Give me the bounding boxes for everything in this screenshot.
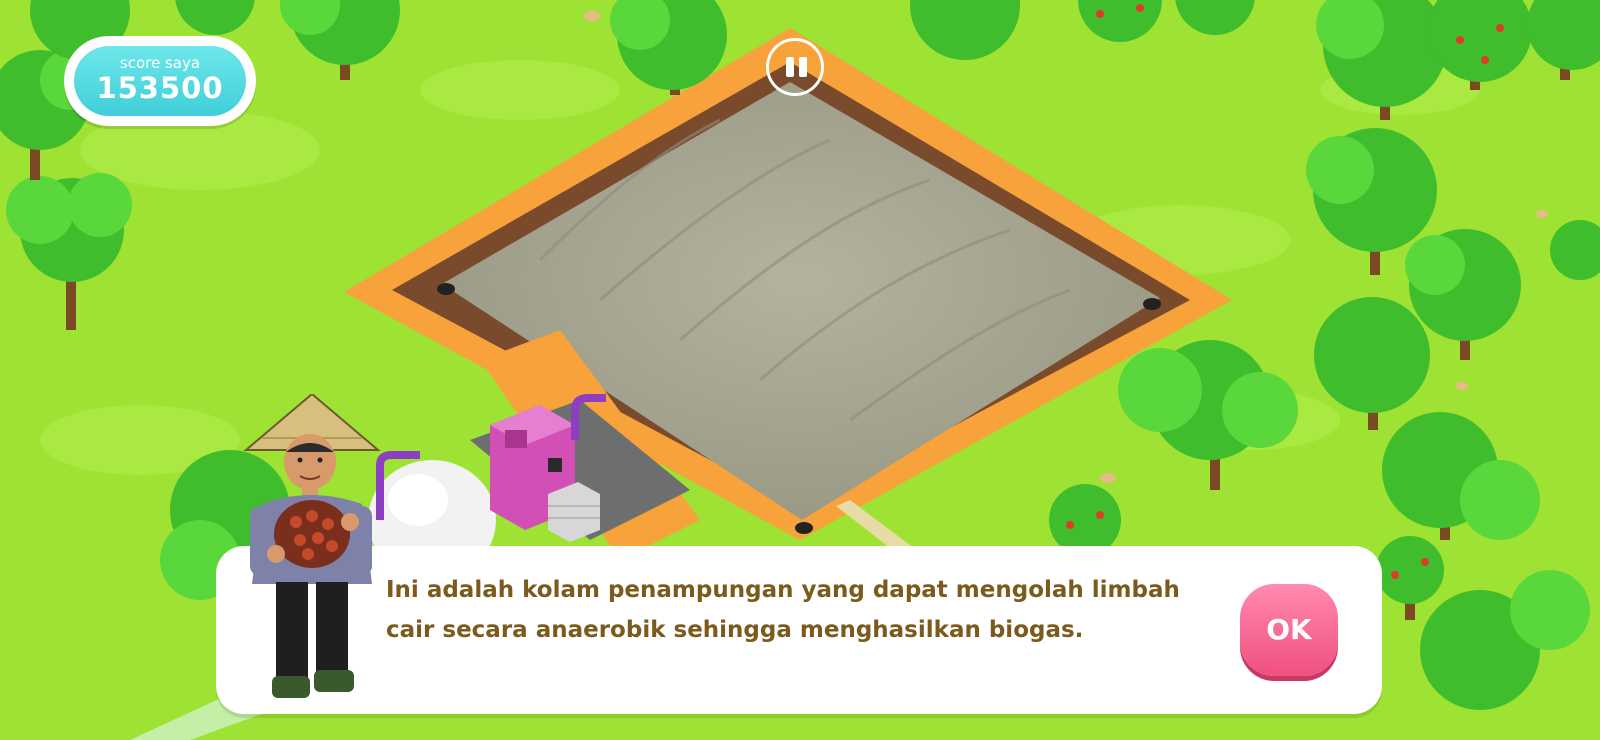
- score-panel: score saya 153500: [64, 36, 256, 126]
- farmer-character: [243, 394, 381, 698]
- score-label: score saya: [119, 54, 201, 72]
- score-value: 153500: [96, 71, 224, 105]
- dialog-message: Ini adalah kolam penampungan yang dapat …: [386, 577, 1180, 643]
- control-box: [548, 482, 600, 542]
- ok-button-label: OK: [1266, 613, 1312, 646]
- score-panel-inner: score saya 153500: [74, 46, 246, 116]
- ok-button[interactable]: OK: [1240, 584, 1338, 676]
- pause-button[interactable]: [766, 38, 824, 96]
